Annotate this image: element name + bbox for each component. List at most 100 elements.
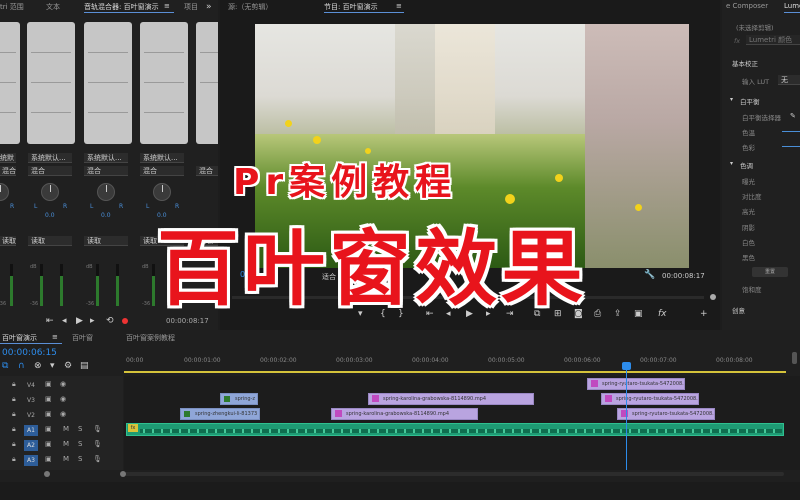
channel-5-mode[interactable]: 混合 bbox=[196, 166, 218, 176]
sync-lock-icon[interactable]: ▣ bbox=[45, 395, 52, 403]
channel-1-input[interactable]: 系统默认... bbox=[0, 153, 16, 172]
mic-icon[interactable]: 🎙︎ bbox=[93, 455, 102, 463]
channel-1-automation[interactable]: 读取 bbox=[0, 236, 16, 246]
clip-v4-ryutaro[interactable]: spring-ryutaro-tsukata-5472008. bbox=[587, 378, 685, 390]
panel-overflow-icon[interactable]: » bbox=[206, 2, 212, 12]
captions-icon[interactable]: ▤ bbox=[80, 361, 89, 371]
record-button[interactable] bbox=[122, 318, 128, 324]
work-area-bar[interactable] bbox=[124, 371, 786, 373]
tab-audio-mixer[interactable]: 音轨混合器: 百叶窗演示 bbox=[84, 2, 159, 12]
channel-1-mode[interactable]: 混合 bbox=[0, 166, 16, 176]
input-lut-dropdown[interactable]: 无 bbox=[778, 75, 800, 85]
track-scroll-circle[interactable] bbox=[44, 471, 50, 477]
fx-icon[interactable]: fx bbox=[658, 309, 667, 319]
channel-2-mode[interactable]: 混合 bbox=[28, 166, 72, 176]
eyedropper-icon[interactable]: ✎ bbox=[790, 111, 796, 121]
pan-knob-3[interactable] bbox=[97, 183, 115, 201]
add-marker-icon[interactable]: ▾ bbox=[50, 361, 55, 371]
sync-lock-icon[interactable]: ▣ bbox=[45, 455, 52, 463]
timeline-timecode[interactable]: 00:00:06:15 bbox=[2, 348, 57, 358]
monitor-zoom-handle[interactable] bbox=[710, 294, 716, 300]
track-label-a3[interactable]: A3 bbox=[24, 455, 38, 466]
temperature-slider[interactable] bbox=[782, 131, 800, 132]
tab-program[interactable]: 节目: 百叶窗演示 bbox=[324, 2, 378, 12]
channel-2-automation[interactable]: 读取 bbox=[28, 236, 72, 246]
go-to-in-icon[interactable]: ⇤ bbox=[46, 316, 54, 326]
lock-icon[interactable]: 🔒︎ bbox=[12, 410, 16, 419]
tab-source[interactable]: 源:（无剪辑） bbox=[228, 2, 272, 12]
track-label-v4[interactable]: V4 bbox=[24, 380, 38, 391]
sync-lock-icon[interactable]: ▣ bbox=[45, 425, 52, 433]
add-button-icon[interactable]: + bbox=[700, 309, 708, 319]
mute-button[interactable]: M bbox=[63, 455, 69, 463]
step-back-icon[interactable]: ◂ bbox=[62, 316, 67, 326]
sync-lock-icon[interactable]: ▣ bbox=[45, 410, 52, 418]
lift-icon[interactable]: ▣ bbox=[634, 309, 643, 319]
share-icon[interactable]: ⇪ bbox=[614, 309, 622, 319]
mixer-menu-icon[interactable]: ≡ bbox=[164, 2, 170, 10]
tab-sequence-blinds-demo[interactable]: 百叶窗演示 bbox=[2, 333, 37, 343]
eye-icon[interactable]: ◉ bbox=[60, 395, 66, 403]
timeline-vertical-scrollbar[interactable] bbox=[792, 352, 797, 364]
lock-icon[interactable]: 🔒︎ bbox=[12, 395, 16, 404]
mic-icon[interactable]: 🎙︎ bbox=[93, 425, 102, 433]
tab-sequence-blinds[interactable]: 百叶窗 bbox=[72, 333, 93, 343]
section-basic-correction[interactable]: 基本校正 bbox=[732, 58, 758, 68]
clip-v2-zhengkui[interactable]: spring-zhengkui-li-81373 bbox=[180, 408, 260, 420]
track-label-a1[interactable]: A1 bbox=[24, 425, 38, 436]
solo-button[interactable]: S bbox=[78, 440, 82, 448]
timeline-horizontal-scrollbar[interactable] bbox=[124, 472, 784, 476]
sync-lock-icon[interactable]: ▣ bbox=[45, 380, 52, 388]
clip-v3-zhengkui[interactable]: spring-z bbox=[220, 393, 258, 405]
program-menu-icon[interactable]: ≡ bbox=[396, 2, 402, 10]
fader-5[interactable] bbox=[196, 22, 218, 144]
lock-icon[interactable]: 🔒︎ bbox=[12, 455, 16, 464]
mic-icon[interactable]: 🎙︎ bbox=[93, 440, 102, 448]
clip-v2-karolina[interactable]: spring-karolina-grabowska-8114890.mp4 bbox=[331, 408, 478, 420]
track-label-v2[interactable]: V2 bbox=[24, 410, 38, 421]
linked-selection-icon[interactable]: ⊗ bbox=[34, 361, 42, 371]
lock-icon[interactable]: 🔒︎ bbox=[12, 440, 16, 449]
tab-lumetri-scopes[interactable]: tri 范围 bbox=[0, 2, 24, 12]
track-label-v3[interactable]: V3 bbox=[24, 395, 38, 406]
clip-v3-ryutaro[interactable]: spring-ryutaro-tsukata-5472008. bbox=[601, 393, 699, 405]
pan-knob-4[interactable] bbox=[153, 183, 171, 201]
fader-4[interactable] bbox=[140, 22, 188, 144]
scroll-handle[interactable] bbox=[120, 471, 126, 477]
channel-2-input[interactable]: 系统默认... bbox=[28, 153, 72, 163]
channel-3-mode[interactable]: 混合 bbox=[84, 166, 128, 176]
pan-knob-2[interactable] bbox=[41, 183, 59, 201]
section-white-balance[interactable]: 白平衡 bbox=[740, 96, 760, 106]
channel-3-input[interactable]: 系统默认... bbox=[84, 153, 128, 163]
solo-button[interactable]: S bbox=[78, 455, 82, 463]
section-tone[interactable]: 色调 bbox=[740, 160, 753, 170]
clip-v2-ryutaro[interactable]: spring-ryutaro-tsukata-5472008. bbox=[617, 408, 715, 420]
channel-4-input[interactable]: 系统默认... bbox=[140, 153, 184, 163]
tab-sequence-blinds-tutorial[interactable]: 百叶窗案例教程 bbox=[126, 333, 175, 343]
solo-button[interactable]: S bbox=[78, 425, 82, 433]
fader-2[interactable] bbox=[27, 22, 75, 144]
nest-icon[interactable]: ⧉ bbox=[2, 361, 8, 371]
play-icon[interactable]: ▶ bbox=[76, 316, 83, 326]
reset-button[interactable]: 重置 bbox=[752, 267, 788, 277]
tab-lumetri-color[interactable]: Lume bbox=[784, 2, 800, 10]
eye-icon[interactable]: ◉ bbox=[60, 410, 66, 418]
snap-icon[interactable]: ∩ bbox=[18, 361, 25, 371]
tab-essential-composer[interactable]: e Composer bbox=[726, 2, 768, 10]
expand-chevron-icon[interactable]: ▾ bbox=[730, 95, 733, 105]
mute-button[interactable]: M bbox=[63, 440, 69, 448]
lock-icon[interactable]: 🔒︎ bbox=[12, 425, 16, 434]
tint-slider[interactable] bbox=[782, 146, 800, 147]
tab-project[interactable]: 项目 bbox=[184, 2, 198, 12]
mute-button[interactable]: M bbox=[63, 425, 69, 433]
timeline-menu-icon[interactable]: ≡ bbox=[52, 333, 58, 341]
playhead-handle[interactable] bbox=[622, 362, 631, 370]
timeline-settings-icon[interactable]: ⚙ bbox=[64, 361, 72, 371]
playhead-line[interactable] bbox=[626, 364, 627, 470]
loop-icon[interactable]: ⟲ bbox=[106, 316, 114, 326]
lock-icon[interactable]: 🔒︎ bbox=[12, 380, 16, 389]
channel-4-mode[interactable]: 混合 bbox=[140, 166, 184, 176]
lumetri-effect-dropdown[interactable]: Lumetri 颜色 bbox=[746, 35, 800, 45]
fader-1[interactable] bbox=[0, 22, 20, 144]
eye-icon[interactable]: ◉ bbox=[60, 380, 66, 388]
